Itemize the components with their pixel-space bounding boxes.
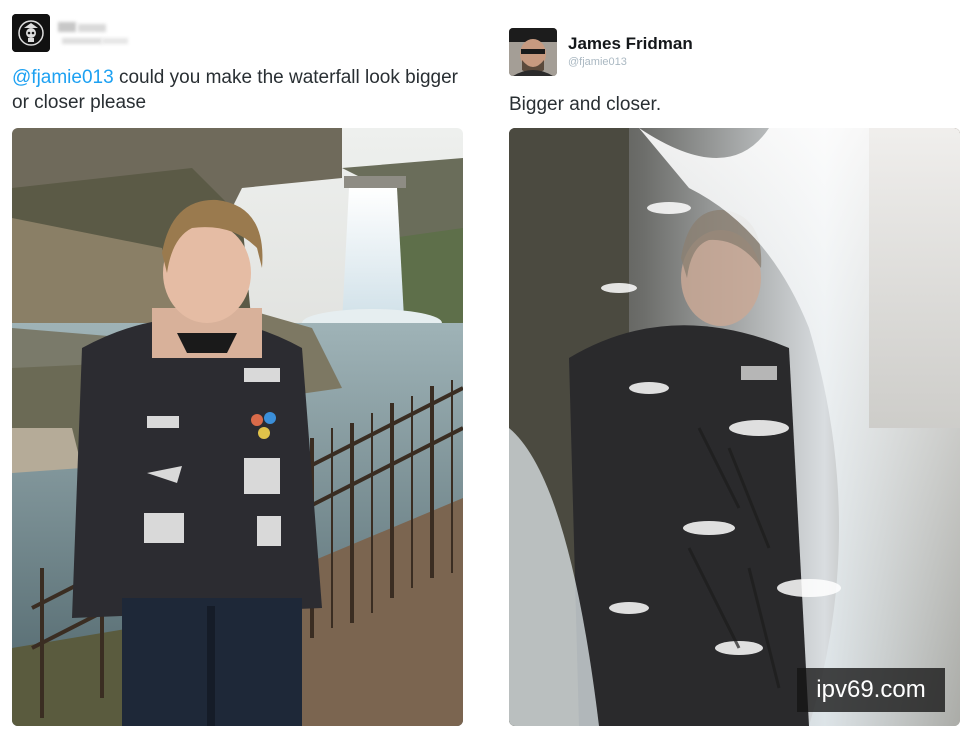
user-avatar[interactable] xyxy=(12,14,50,52)
request-tweet: @fjamie013 could you make the waterfall … xyxy=(0,0,480,738)
reply-text: Bigger and closer. xyxy=(509,94,662,115)
blurred-username xyxy=(58,20,128,50)
watermark: ipv69.com xyxy=(797,668,945,712)
waterfall-photo-image xyxy=(12,128,463,726)
reply-tweet: James Fridman @fjamie013 Bigger and clos… xyxy=(497,0,971,738)
edited-photo[interactable] xyxy=(509,128,960,726)
author-avatar-icon xyxy=(509,28,557,76)
original-photo[interactable] xyxy=(12,128,463,726)
mention-link[interactable]: @fjamie013 xyxy=(12,67,114,88)
author-avatar[interactable] xyxy=(509,28,557,76)
author-handle[interactable]: @fjamie013 xyxy=(568,56,627,68)
skull-logo-icon xyxy=(12,14,50,52)
tweet-text: @fjamie013 could you make the waterfall … xyxy=(12,65,462,115)
author-name[interactable]: James Fridman xyxy=(568,34,693,54)
edited-waterfall-photo-image xyxy=(509,128,960,726)
